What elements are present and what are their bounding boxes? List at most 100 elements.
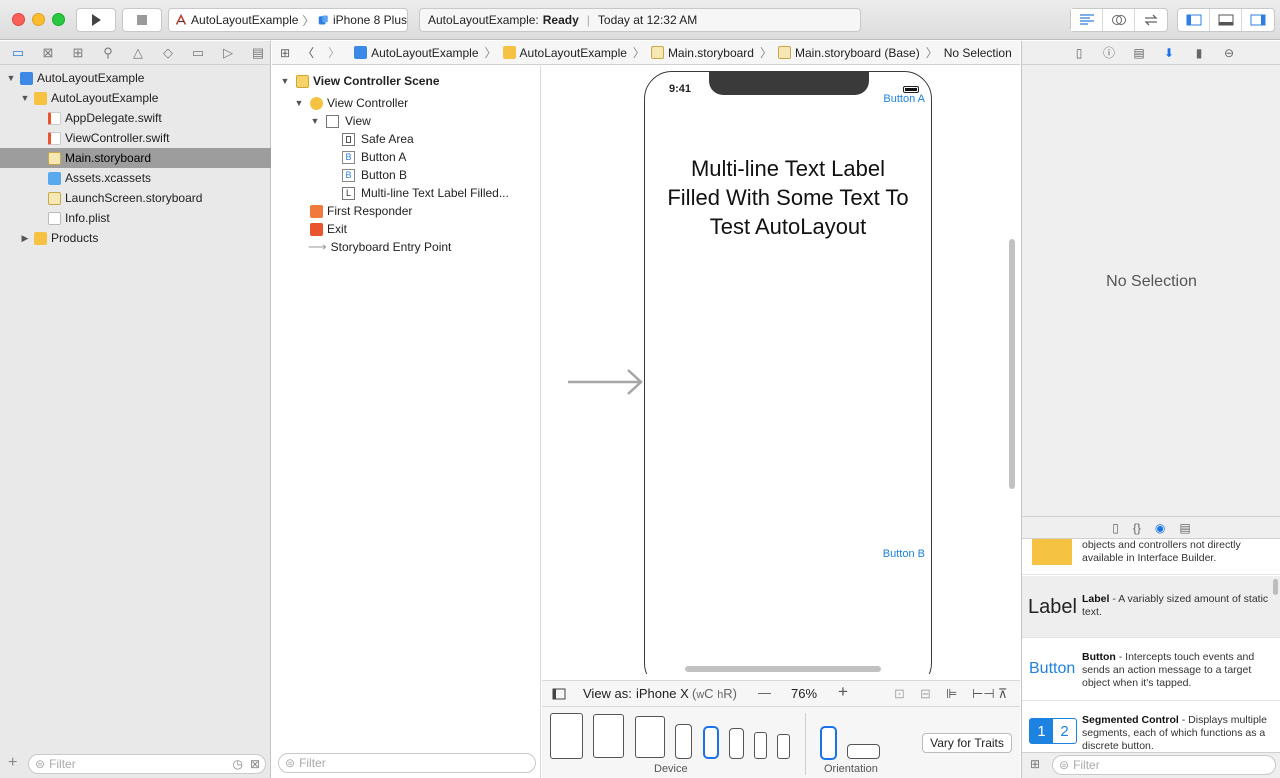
outline-filter-field[interactable]: ⊜ Filter [278,753,536,773]
entry-point-arrow-icon[interactable] [568,368,644,396]
find-icon[interactable]: ⚲ [96,43,120,63]
library-filter-field[interactable]: ⊜ Filter [1052,755,1276,775]
tree-file-assets[interactable]: Assets.xcassets [0,168,271,188]
disclosure-open-icon[interactable]: ▼ [294,98,304,108]
tree-group-products[interactable]: ▶ Products [0,228,271,248]
scheme-selector[interactable]: AutoLayoutExample 〉 iPhone 8 Plus [168,8,408,32]
orientation-landscape[interactable] [847,744,880,759]
multiline-text-label[interactable]: Multi-line Text Label Filled With Some T… [645,154,931,241]
stop-button[interactable] [122,8,162,32]
scm-filter-icon[interactable]: ⊠ [250,757,260,771]
vertical-scrollbar[interactable] [1009,239,1015,489]
related-items-icon[interactable]: ⊞ [280,46,290,60]
code-snippet-library-icon[interactable]: {} [1133,521,1141,535]
forward-arrow-icon[interactable]: 〉 [328,44,340,61]
outline-scene[interactable]: ▼ View Controller Scene [280,72,440,90]
source-control-icon[interactable]: ⊠ [36,43,60,63]
update-frames-icon[interactable]: ⊡ [894,686,905,702]
disclosure-open-icon[interactable]: ▼ [310,116,320,126]
tree-project-root[interactable]: ▼ AutoLayoutExample [0,68,271,88]
file-template-library-icon[interactable]: ▯ [1112,521,1119,535]
breadcrumb-selection[interactable]: No Selection [944,46,1012,60]
navigator-filter-field[interactable]: ⊜ Filter ◷ ⊠ [28,754,266,774]
orientation-portrait[interactable] [820,726,837,760]
breadcrumb-group[interactable]: AutoLayoutExample [502,46,627,60]
tree-file-launchscreen[interactable]: LaunchScreen.storyboard [0,188,271,208]
device-iphone-8[interactable] [729,728,744,759]
close-window-button[interactable] [12,13,25,26]
outline-safe-area[interactable]: Safe Area [342,130,414,148]
device-ipad-pro-9[interactable] [635,716,665,758]
object-library-icon[interactable]: ◉ [1155,521,1165,535]
symbol-icon[interactable]: ⊞ [66,43,90,63]
outline-toggle-icon[interactable] [552,688,566,700]
report-icon[interactable]: ▤ [246,43,270,63]
iphone-x-scene[interactable]: 9:41 Button A Multi-line Text Label Fill… [644,71,932,674]
add-file-icon[interactable]: + [8,754,17,772]
outline-button-a[interactable]: B Button A [342,148,406,166]
recent-files-icon[interactable]: ◷ [233,757,243,771]
tree-file-infoplist[interactable]: Info.plist [0,208,271,228]
library-scrollbar[interactable] [1273,579,1278,595]
breakpoint-icon[interactable]: ▷ [216,43,240,63]
library-item-custom-object[interactable]: objects and controllers not directly ava… [1022,539,1280,575]
zoom-in-button[interactable]: + [838,682,848,702]
disclosure-open-icon[interactable]: ▼ [6,73,16,83]
library-item-button[interactable]: Button Button - Intercepts touch events … [1022,639,1280,701]
align-icon[interactable]: ⊫ [946,686,957,702]
back-arrow-icon[interactable]: 〈 [302,44,314,61]
outline-button-b[interactable]: B Button B [342,166,407,184]
tree-file-appdelegate[interactable]: AppDelegate.swift [0,108,271,128]
tree-file-main-storyboard[interactable]: Main.storyboard [0,148,271,168]
debug-icon[interactable]: ▭ [186,43,210,63]
media-library-icon[interactable]: ▤ [1179,521,1190,535]
tree-group-folder[interactable]: ▼ AutoLayoutExample [0,88,271,108]
disclosure-open-icon[interactable]: ▼ [280,76,290,86]
zoom-out-button[interactable]: — [758,685,771,700]
outline-view-controller[interactable]: ▼ View Controller [294,94,409,112]
standard-editor-button[interactable] [1071,9,1103,31]
device-iphone-se[interactable] [754,732,767,759]
device-ipad-pro-10[interactable] [593,714,624,758]
button-a[interactable]: Button A [883,93,925,105]
file-inspector-icon[interactable]: ▯ [1068,43,1090,63]
outline-first-responder[interactable]: First Responder [310,202,412,220]
tree-file-viewcontroller[interactable]: ViewController.swift [0,128,271,148]
toggle-navigator-button[interactable] [1178,9,1210,31]
toggle-inspector-button[interactable] [1242,9,1274,31]
breadcrumb-project[interactable]: AutoLayoutExample [354,46,479,60]
horizontal-scrollbar[interactable] [685,666,881,672]
device-ipad-pro-large[interactable] [550,713,583,759]
outline-exit[interactable]: Exit [310,220,347,238]
minimize-window-button[interactable] [32,13,45,26]
outline-view[interactable]: ▼ View [310,112,371,130]
identity-inspector-icon[interactable]: ▤ [1128,43,1150,63]
assistant-editor-button[interactable] [1103,9,1135,31]
version-editor-button[interactable] [1135,9,1167,31]
resolve-issues-icon[interactable]: ⊼ [998,686,1008,702]
button-b[interactable]: Button B [883,548,925,560]
view-as-device[interactable]: iPhone X [636,686,689,701]
library-item-label[interactable]: Label Label - A variably sized amount of… [1022,576,1280,638]
folder-icon[interactable]: ▭ [6,43,30,63]
attributes-inspector-icon[interactable]: ⬇ [1158,43,1180,63]
disclosure-open-icon[interactable]: ▼ [20,93,30,103]
embed-stack-icon[interactable]: ⊟ [920,686,931,702]
pin-icon[interactable]: ⊢⊣ [972,686,995,702]
connections-inspector-icon[interactable]: ⊖ [1218,43,1240,63]
outline-entry-point[interactable]: ⟶ Storyboard Entry Point [308,238,451,256]
size-inspector-icon[interactable]: ▮ [1188,43,1210,63]
breadcrumb-file[interactable]: Main.storyboard [650,46,754,60]
grid-view-icon[interactable]: ⊞ [1030,757,1040,771]
warning-icon[interactable]: △ [126,43,150,63]
test-icon[interactable]: ◇ [156,43,180,63]
outline-label-item[interactable]: L Multi-line Text Label Filled... [342,184,509,202]
device-iphone-x[interactable] [703,726,719,759]
device-iphone-4s[interactable] [777,734,790,759]
quick-help-icon[interactable]: ⓘ [1098,43,1120,63]
toggle-debug-area-button[interactable] [1210,9,1242,31]
run-button[interactable] [76,8,116,32]
vary-for-traits-button[interactable]: Vary for Traits [922,733,1012,753]
disclosure-closed-icon[interactable]: ▶ [20,233,30,244]
storyboard-canvas[interactable]: 9:41 Button A Multi-line Text Label Fill… [542,66,1020,674]
